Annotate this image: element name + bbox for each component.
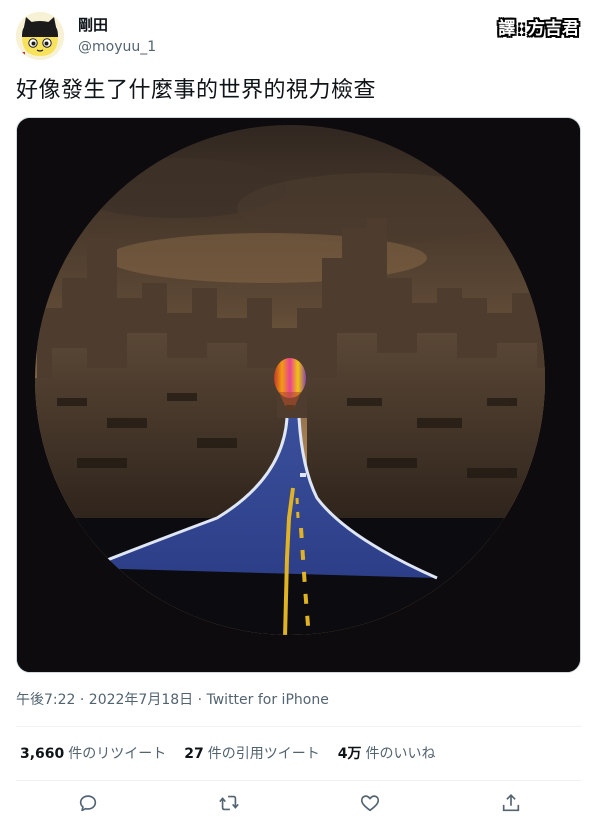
- stat-label: 件のいいね: [365, 746, 436, 762]
- tweet-actions: [16, 788, 582, 818]
- reply-icon: [79, 795, 97, 812]
- avatar-cat-icon: [16, 12, 64, 60]
- share-icon: [502, 794, 520, 812]
- tweet-text: 好像發生了什麼事的世界的視力檢查: [16, 78, 377, 103]
- divider-bottom: [16, 780, 582, 781]
- divider-top: [16, 726, 582, 727]
- credit-translator: 方吉君: [528, 19, 579, 39]
- credit-label: 譯: [498, 19, 516, 39]
- retweet-button[interactable]: [216, 790, 242, 816]
- stat-retweets[interactable]: 3,660 件のリツイート: [20, 744, 166, 764]
- credit-separator: :: [518, 19, 525, 39]
- stat-count: 27: [184, 746, 204, 762]
- like-button[interactable]: [357, 790, 383, 816]
- stat-count: 4万: [337, 746, 362, 762]
- tweet-image[interactable]: [16, 117, 581, 673]
- translator-credit: 譯 : 方吉君: [497, 18, 580, 40]
- tweet-stats: 3,660 件のリツイート 27 件の引用ツイート 4万 件のいいね: [20, 744, 436, 764]
- stat-count: 3,660: [20, 746, 65, 762]
- tweet-timestamp[interactable]: 午後7:22 · 2022年7月18日 · Twitter for iPhone: [16, 690, 329, 710]
- heart-icon: [360, 795, 380, 812]
- author-handle[interactable]: @moyuu_1: [78, 38, 156, 56]
- eye-chart-city-image: [17, 118, 580, 672]
- avatar[interactable]: [16, 12, 64, 60]
- tweet-header: 剛田 @moyuu_1 譯 : 方吉君: [16, 12, 582, 64]
- retweet-icon: [219, 795, 239, 811]
- author-name[interactable]: 剛田: [78, 16, 108, 34]
- stat-label: 件の引用ツイート: [207, 746, 320, 762]
- share-button[interactable]: [498, 790, 524, 816]
- reply-button[interactable]: [75, 790, 101, 816]
- stat-quote-tweets[interactable]: 27 件の引用ツイート: [184, 744, 319, 764]
- stat-likes[interactable]: 4万 件のいいね: [338, 744, 436, 764]
- stat-label: 件のリツイート: [68, 746, 167, 762]
